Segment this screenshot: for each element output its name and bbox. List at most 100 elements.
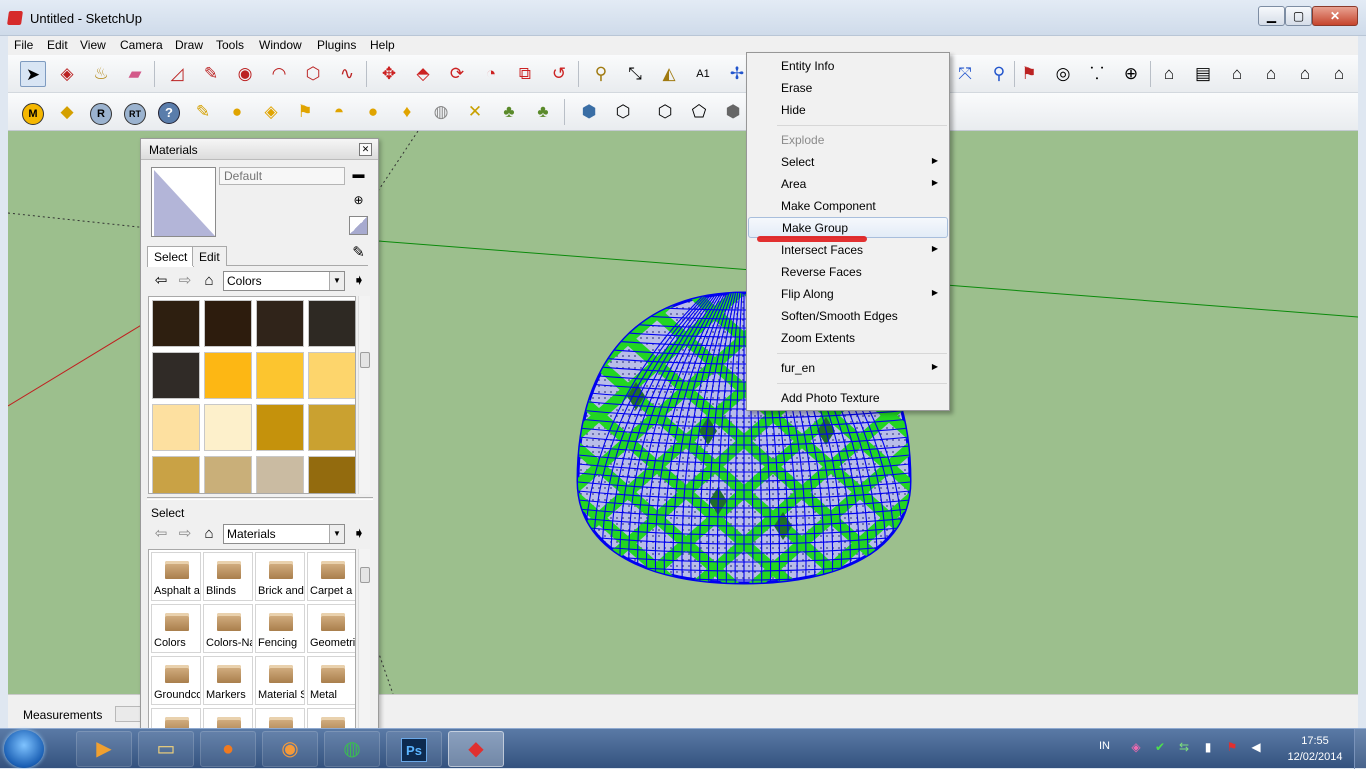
close-button[interactable]: ✕ xyxy=(1312,6,1358,26)
wireframe-icon[interactable]: ⬡ xyxy=(610,99,636,125)
color-swatch[interactable] xyxy=(308,352,355,399)
photoshop-icon[interactable]: Ps xyxy=(386,731,442,767)
material-folder[interactable]: Material S xyxy=(255,656,305,705)
show-desktop-button[interactable] xyxy=(1354,729,1366,769)
forward-icon[interactable]: ⇨ xyxy=(175,524,195,544)
left-view-icon[interactable]: ⌂ xyxy=(1326,61,1352,87)
swatch-scrollbar[interactable] xyxy=(358,296,370,494)
stairs-icon[interactable]: ✕ xyxy=(462,99,488,125)
color-swatch[interactable] xyxy=(152,404,200,451)
top-view-icon[interactable]: ▤ xyxy=(1190,61,1216,87)
follow-me-icon[interactable]: ◔ xyxy=(478,61,504,87)
ctx-erase[interactable]: Erase xyxy=(748,78,948,99)
freehand-icon[interactable]: ∿ xyxy=(334,61,360,87)
material-folder[interactable]: Asphalt a xyxy=(151,552,201,601)
ctx-flip-along[interactable]: Flip Along ▶ xyxy=(748,284,948,305)
sketchup-app-icon[interactable] xyxy=(7,11,23,25)
rotate-icon[interactable]: ⟳ xyxy=(444,61,470,87)
details-arrow-icon[interactable]: ➧ xyxy=(349,271,369,291)
tape-measure-icon[interactable]: ⚲ xyxy=(588,61,614,87)
plane-icon[interactable]: ◈ xyxy=(258,99,284,125)
minimize-button[interactable]: ▁ xyxy=(1258,6,1285,26)
menu-window[interactable]: Window xyxy=(259,38,302,52)
previous-view-icon[interactable]: ⚲ xyxy=(986,61,1012,87)
dome-icon[interactable]: ◓ xyxy=(326,99,352,125)
material-folder[interactable]: Groundco xyxy=(151,656,201,705)
pane-divider[interactable] xyxy=(147,497,373,500)
section-plane-icon[interactable]: ⊕ xyxy=(1118,61,1144,87)
tag-plugin-icon[interactable]: ◆ xyxy=(54,99,80,125)
chrome-icon[interactable]: ◍ xyxy=(324,731,380,767)
color-swatch[interactable] xyxy=(152,300,200,347)
right-view-icon[interactable]: ⌂ xyxy=(1258,61,1284,87)
sphere-icon[interactable]: ● xyxy=(224,99,250,125)
scroll-thumb[interactable] xyxy=(360,352,370,368)
half-sphere-icon[interactable]: ● xyxy=(360,99,386,125)
collection-dropdown-2[interactable]: Materials ▼ xyxy=(223,524,345,544)
home-icon[interactable]: ⌂ xyxy=(199,271,219,291)
back-icon[interactable]: ⇦ xyxy=(151,271,171,291)
flag-icon[interactable]: ⚑ xyxy=(292,99,318,125)
polygon-icon[interactable]: ⬡ xyxy=(300,61,326,87)
media-player-icon[interactable]: ▶ xyxy=(76,731,132,767)
ctx-area[interactable]: Area ▶ xyxy=(748,174,948,195)
ctx-reverse-faces[interactable]: Reverse Faces xyxy=(748,262,948,283)
tray-check-icon[interactable]: ✔ xyxy=(1152,739,1168,755)
tree-small-icon[interactable]: ♣ xyxy=(530,99,556,125)
color-swatch[interactable] xyxy=(308,300,355,347)
xray-icon[interactable]: ⬢ xyxy=(576,99,602,125)
sketchup-icon[interactable]: ◆ xyxy=(448,731,504,767)
ctx-zoom-extents[interactable]: Zoom Extents xyxy=(748,328,948,349)
dimension-icon[interactable]: ⤡ xyxy=(622,61,648,87)
menu-camera[interactable]: Camera xyxy=(120,38,163,52)
help-icon[interactable]: ? xyxy=(156,99,182,125)
firefox-icon[interactable]: ● xyxy=(200,731,256,767)
zoom-extents-icon[interactable]: ⤧ xyxy=(952,61,978,87)
measurements-input[interactable] xyxy=(115,706,143,722)
ubuntu-icon[interactable]: ◉ xyxy=(262,731,318,767)
maximize-button[interactable]: ▢ xyxy=(1285,6,1312,26)
scroll-thumb[interactable] xyxy=(360,567,370,583)
ctx-hide[interactable]: Hide xyxy=(748,100,948,121)
back-view-icon[interactable]: ⌂ xyxy=(1292,61,1318,87)
material-folder[interactable]: Blinds xyxy=(203,552,253,601)
push-pull-icon[interactable]: ⬘ xyxy=(410,61,436,87)
globe-icon[interactable]: ◍ xyxy=(428,99,454,125)
material-folder[interactable]: Carpet a xyxy=(307,552,355,601)
eraser-icon[interactable]: ▰ xyxy=(122,61,148,87)
material-folder[interactable]: Metal xyxy=(307,656,355,705)
collection-dropdown-1[interactable]: Colors ▼ xyxy=(223,271,345,291)
material-folder[interactable]: Geometri xyxy=(307,604,355,653)
folder-scrollbar[interactable] xyxy=(358,549,370,734)
label-icon[interactable]: ✎ xyxy=(190,99,216,125)
r-plugin-icon[interactable]: R xyxy=(88,99,114,125)
iso-view-icon[interactable]: ⌂ xyxy=(1156,61,1182,87)
shaded-texture-icon[interactable]: ⬢ xyxy=(720,99,746,125)
color-swatch[interactable] xyxy=(256,352,304,399)
tray-app-icon[interactable]: ◈ xyxy=(1128,739,1144,755)
start-button[interactable] xyxy=(4,730,44,768)
ctx-make-component[interactable]: Make Component xyxy=(748,196,948,217)
ctx-entity-info[interactable]: Entity Info xyxy=(748,56,948,77)
tree-icon[interactable]: ♣ xyxy=(496,99,522,125)
scale-icon[interactable]: ⧉ xyxy=(512,61,538,87)
rectangle-icon[interactable]: ◿ xyxy=(164,61,190,87)
material-folder[interactable]: Colors xyxy=(151,604,201,653)
home-icon[interactable]: ⌂ xyxy=(199,524,219,544)
material-folder[interactable]: Brick and xyxy=(255,552,305,601)
tab-select[interactable]: Select xyxy=(147,246,195,267)
menu-help[interactable]: Help xyxy=(370,38,395,52)
menu-plugins[interactable]: Plugins xyxy=(317,38,356,52)
text-icon[interactable]: A1 xyxy=(690,61,716,87)
circle-icon[interactable]: ◉ xyxy=(232,61,258,87)
ctx-make-group[interactable]: Make Group xyxy=(748,217,948,238)
menu-tools[interactable]: Tools xyxy=(216,38,244,52)
tab-edit[interactable]: Edit xyxy=(192,246,227,266)
ctx-intersect-faces[interactable]: Intersect Faces ▶ xyxy=(748,240,948,261)
color-swatch[interactable] xyxy=(204,456,252,493)
select-icon[interactable]: ➤ xyxy=(20,61,46,87)
protractor-icon[interactable]: ◭ xyxy=(656,61,682,87)
ctx-add-photo-texture[interactable]: Add Photo Texture xyxy=(748,388,948,409)
menu-edit[interactable]: Edit xyxy=(47,38,68,52)
m-plugin-icon[interactable]: M xyxy=(20,99,46,125)
